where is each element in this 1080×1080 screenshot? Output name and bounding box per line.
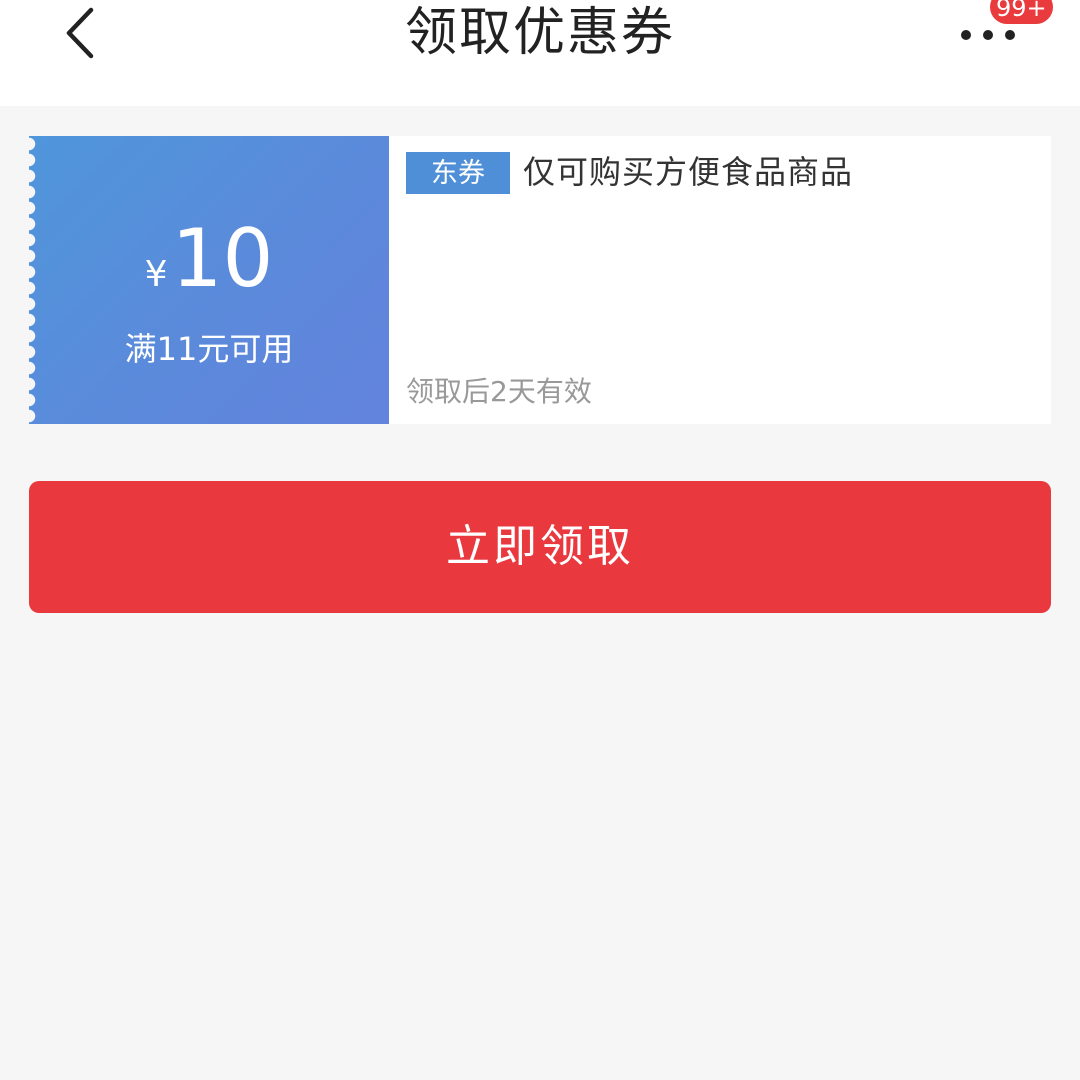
coupon-condition: 满11元可用 <box>124 330 294 368</box>
back-button[interactable] <box>50 0 110 66</box>
claim-coupon-button[interactable]: 立即领取 <box>29 481 1051 613</box>
coupon-amount: ¥ 10 <box>29 214 389 304</box>
currency-symbol: ¥ <box>144 254 168 295</box>
coupon-type-tag: 东券 <box>406 152 510 194</box>
top-nav-bar: 领取优惠券 99+ <box>0 0 1080 106</box>
page-title: 领取优惠券 <box>404 3 675 63</box>
more-dots-icon <box>1005 30 1015 40</box>
more-dots-icon <box>983 30 993 40</box>
notification-badge: 99+ <box>990 0 1053 24</box>
coupon-validity: 领取后2天有效 <box>406 375 592 408</box>
coupon-info-panel: 东券 仅可购买方便食品商品 领取后2天有效 <box>389 136 1051 424</box>
coupon-amount-value: 10 <box>171 212 274 305</box>
coupon-description: 仅可购买方便食品商品 <box>523 153 854 191</box>
chevron-left-icon <box>66 7 94 59</box>
coupon-value-panel: ¥ 10 满11元可用 <box>29 136 389 424</box>
more-dots-icon <box>961 30 971 40</box>
coupon-card: ¥ 10 满11元可用 东券 仅可购买方便食品商品 领取后2天有效 <box>29 136 1051 424</box>
